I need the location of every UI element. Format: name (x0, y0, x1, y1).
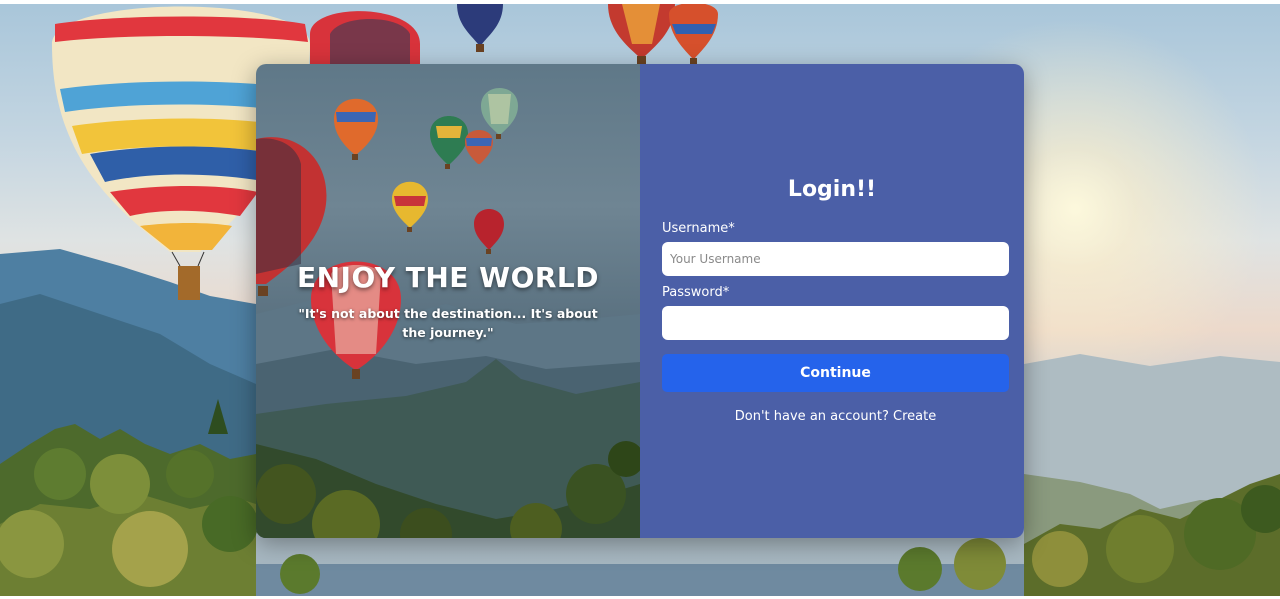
hero-quote: "It's not about the destination... It's … (298, 306, 598, 340)
login-title: Login!! (787, 177, 877, 202)
password-label: Password* (662, 285, 730, 300)
hot-air-balloon-icon (481, 88, 518, 139)
hero-heading: ENJOY THE WORLD (296, 261, 600, 294)
hot-air-balloon-icon (465, 130, 493, 164)
signup-prompt-text: Don't have an account? (734, 409, 889, 424)
continue-button[interactable]: Continue (662, 354, 1009, 392)
hot-air-balloon-icon (334, 98, 378, 160)
hot-air-balloon-icon (392, 181, 428, 232)
username-input[interactable] (662, 242, 1009, 276)
signup-prompt: Don't have an account? Create (640, 409, 1024, 424)
login-panel: Login!! Username* Password* Continue Don… (640, 64, 1024, 538)
hot-air-balloon-icon (474, 209, 504, 254)
hot-air-balloon-icon (430, 116, 468, 169)
username-label: Username* (662, 221, 735, 236)
hot-air-balloon-icon (457, 4, 503, 52)
hot-air-balloon-icon (608, 4, 675, 64)
hero-panel: ENJOY THE WORLD "It's not about the dest… (256, 64, 640, 538)
login-card: ENJOY THE WORLD "It's not about the dest… (256, 64, 1024, 538)
hero-landscape (256, 88, 640, 538)
create-account-link[interactable]: Create (893, 409, 936, 424)
hot-air-balloon-icon (669, 4, 718, 66)
password-input[interactable] (662, 306, 1009, 340)
